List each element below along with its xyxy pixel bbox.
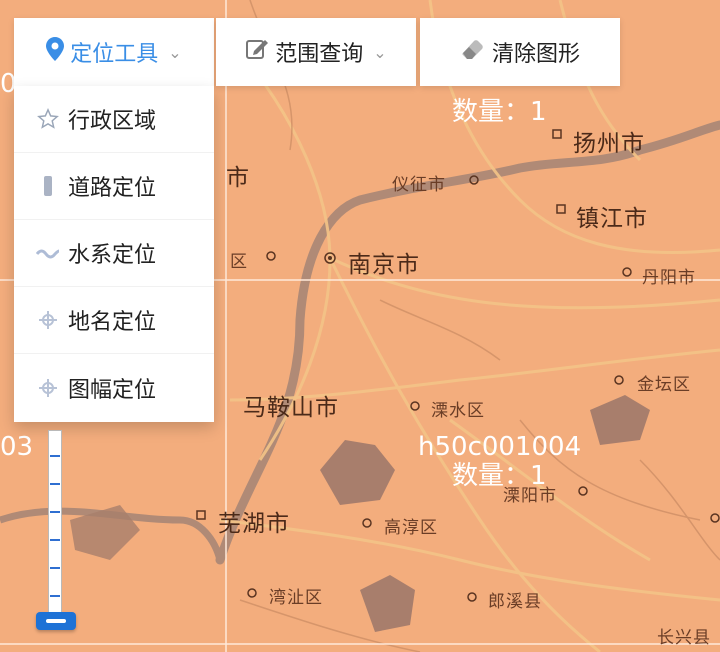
crosshair-icon: [36, 376, 60, 400]
dropdown-item-label: 图幅定位: [68, 377, 157, 403]
place-label-wuhu: 芜湖市: [218, 511, 290, 537]
dropdown-item-label: 行政区域: [68, 109, 157, 134]
clear-graphics-button[interactable]: 清除图形: [420, 18, 620, 86]
place-label-partial-district: 区: [230, 252, 248, 272]
place-label-lishui: 溧水区: [431, 401, 485, 421]
place-label-maanshan: 马鞍山市: [243, 395, 339, 421]
place-label-nanjing: 南京市: [348, 252, 420, 278]
place-label-zhenjiang: 镇江市: [576, 206, 648, 232]
grid-count-label-top: 数量：1: [452, 97, 547, 127]
dropdown-item-water[interactable]: 水系定位: [14, 220, 214, 287]
dropdown-item-label: 道路定位: [68, 176, 157, 201]
dropdown-item-label: 水系定位: [68, 243, 157, 268]
place-label-partial-city: 市: [226, 165, 250, 191]
edit-icon: [245, 37, 269, 67]
dropdown-item-map-sheet[interactable]: 图幅定位: [14, 354, 214, 421]
dropdown-item-road[interactable]: 道路定位: [14, 153, 214, 220]
range-query-label: 范围查询: [275, 42, 364, 67]
clear-graphics-label: 清除图形: [491, 42, 580, 67]
crosshair-icon: [36, 308, 60, 332]
place-label-wanzhi: 湾沚区: [269, 588, 323, 608]
locate-tool-button[interactable]: 定位工具 ⌄: [14, 18, 214, 86]
road-icon: [36, 174, 60, 198]
grid-sheet-code: h50c001004: [418, 432, 582, 462]
place-label-jintan: 金坛区: [637, 375, 691, 395]
grid-count-label-bottom: 数量：1: [452, 461, 547, 491]
place-label-langxi: 郎溪县: [488, 592, 542, 612]
place-label-yizheng: 仪征市: [392, 175, 446, 195]
zoom-slider[interactable]: [48, 430, 62, 620]
locate-tool-dropdown: 行政区域 道路定位 水系定位 地名定位 图幅定位: [14, 86, 214, 422]
dropdown-item-placename[interactable]: 地名定位: [14, 287, 214, 354]
grid-label-left-edge: 03: [0, 432, 34, 462]
dropdown-item-admin-region[interactable]: 行政区域: [14, 86, 214, 153]
place-label-danyang: 丹阳市: [642, 268, 696, 288]
map-marker-icon: [46, 37, 65, 67]
star-icon: [36, 107, 60, 131]
zoom-out-button[interactable]: [36, 612, 76, 630]
dropdown-item-label: 地名定位: [68, 310, 157, 335]
minus-icon: [46, 619, 66, 623]
range-query-button[interactable]: 范围查询 ⌄: [216, 18, 416, 86]
chevron-down-icon: ⌄: [168, 42, 182, 62]
chevron-down-icon: ⌄: [373, 42, 387, 62]
place-label-gaochun: 高淳区: [384, 518, 438, 538]
wave-icon: [36, 241, 60, 265]
eraser-icon: [460, 37, 486, 67]
place-label-changxing: 长兴县: [657, 628, 711, 648]
locate-tool-label: 定位工具: [70, 42, 159, 67]
place-label-yangzhou: 扬州市: [573, 131, 645, 157]
